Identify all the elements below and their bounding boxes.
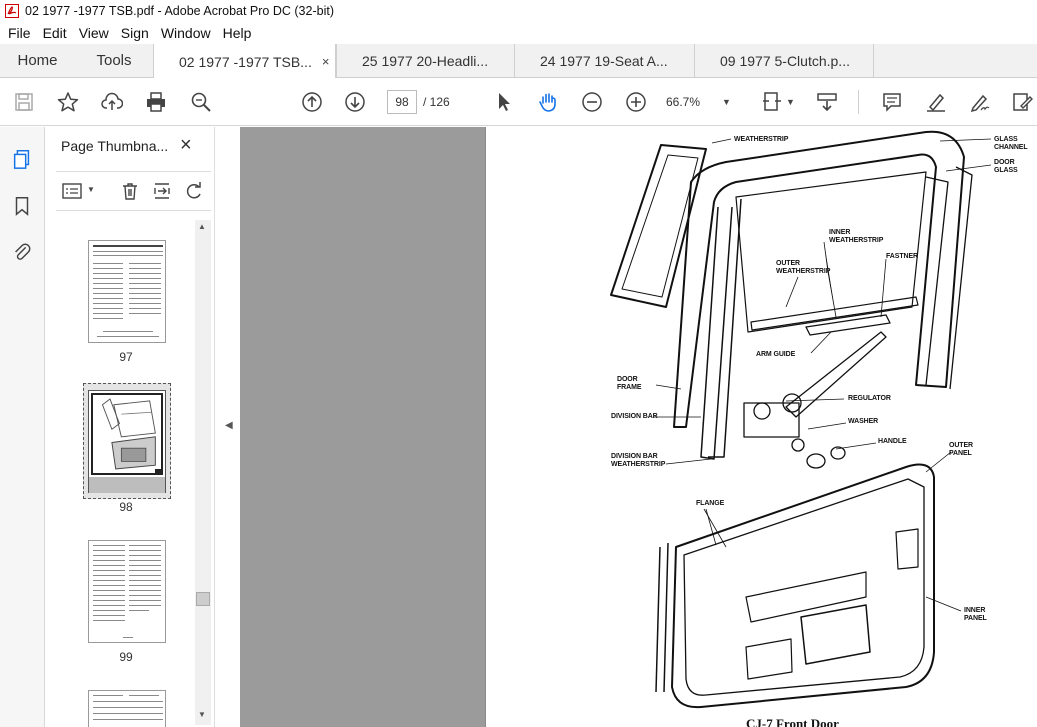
toolbar-divider [858,90,859,114]
page-thumbnail-98[interactable] [88,390,166,493]
callout-outer-panel: OUTER PANEL [949,442,974,457]
zoom-dropdown-icon[interactable]: ▼ [722,97,731,107]
thumbnail-resize-handle[interactable] [155,469,161,475]
doc-tab-label: 24 1977 19-Seat A... [540,52,668,69]
thumbnail-scrollbar[interactable] [195,220,211,725]
delete-page-icon[interactable] [120,181,140,204]
zoom-in-icon[interactable] [624,90,648,114]
sign-icon[interactable] [968,90,992,114]
callout-handle: HANDLE [878,438,907,445]
title-bar: 02 1977 -1977 TSB.pdf - Adobe Acrobat Pr… [0,0,1037,22]
bookmark-star-icon[interactable] [56,90,80,114]
doc-tab-label: 09 1977 5-Clutch.p... [720,52,850,69]
door-exploded-diagram [610,130,992,709]
close-tab-icon[interactable]: × [322,54,330,69]
acrobat-app-icon [5,4,19,18]
zoom-level[interactable]: 66.7% [666,95,700,109]
thumbnail-label: 99 [119,650,133,664]
print-icon[interactable] [144,90,168,114]
thumbnail-viewport-frame [91,393,163,475]
close-panel-icon[interactable]: × [180,135,192,155]
page-up-icon[interactable] [300,90,324,114]
scrollbar-thumb[interactable] [196,592,210,606]
tab-bar: Home Tools 02 1977 -1977 TSB... × 25 197… [0,44,1037,79]
search-zoom-icon[interactable] [189,90,213,114]
page-thumbnail-100[interactable] [88,690,166,727]
tab-home[interactable]: Home [0,44,75,77]
window-title: 02 1977 -1977 TSB.pdf - Adobe Acrobat Pr… [25,4,334,18]
menu-sign[interactable]: Sign [115,25,155,41]
page-total: / 126 [423,95,450,109]
collapse-panel-icon[interactable]: ◀ [225,420,233,431]
menu-help[interactable]: Help [217,25,258,41]
panel-title: Page Thumbna... [61,138,169,154]
scroll-up-icon[interactable]: ▲ [198,222,206,231]
menu-file[interactable]: File [2,25,37,41]
upload-icon[interactable] [100,90,124,114]
callout-door-frame: DOOR FRAME [617,376,642,391]
doc-tab[interactable]: 24 1977 19-Seat A... [514,44,694,77]
doc-tab[interactable]: 09 1977 5-Clutch.p... [694,44,874,77]
highlight-icon[interactable] [924,90,948,114]
callout-weatherstrip: WEATHERSTRIP [734,136,789,143]
scroll-down-icon[interactable]: ▼ [198,710,206,719]
menu-window[interactable]: Window [155,25,217,41]
callout-flange: FLANGE [696,500,725,507]
callout-regulator: REGULATOR [848,395,891,402]
comment-icon[interactable] [880,90,904,114]
thumbnail-panel: Page Thumbna... ▼ 97 98 99 [46,127,214,727]
page-thumbnail-99[interactable] [88,540,166,643]
menu-view[interactable]: View [73,25,115,41]
left-rail [0,127,45,727]
edit-pdf-icon[interactable] [1010,90,1034,114]
document-page[interactable]: WEATHERSTRIP GLASS CHANNEL DOOR GLASS INNE… [485,127,1037,727]
attachments-icon[interactable] [10,240,34,264]
doc-tab[interactable]: 25 1977 20-Headli... [336,44,514,77]
hand-tool-icon[interactable] [536,90,560,114]
fit-page-caret-icon[interactable]: ▼ [786,97,795,107]
select-pointer-icon[interactable] [492,90,516,114]
options-menu-icon[interactable] [62,182,84,203]
fit-page-icon[interactable] [760,90,784,114]
scroll-mode-icon[interactable] [815,90,839,114]
doc-tab-label: 02 1977 -1977 TSB... [179,53,312,70]
zoom-out-icon[interactable] [580,90,604,114]
callout-glass-channel: GLASS CHANNEL [994,136,1028,151]
callout-inner-weatherstrip: INNER WEATHERSTRIP [829,229,884,244]
thumbnail-label: 98 [119,500,133,514]
figure-caption: CJ-7 Front Door [746,716,839,727]
thumbnail-toolbar: ▼ [56,171,211,211]
callout-arm-guide: ARM GUIDE [756,351,796,358]
rotate-page-icon[interactable] [184,181,204,204]
tab-tools[interactable]: Tools [75,44,153,77]
callout-door-glass: DOOR GLASS [994,159,1018,174]
toolbar: ▼ [0,78,1037,126]
callout-inner-panel: INNER PANEL [964,607,987,622]
page-thumbnail-97[interactable] [88,240,166,343]
callout-washer: WASHER [848,418,879,425]
doc-tab-active[interactable]: 02 1977 -1977 TSB... × [153,44,336,79]
callout-division-bar: DIVISION BAR [611,413,658,420]
save-icon[interactable] [12,90,36,114]
options-caret-icon[interactable]: ▼ [87,185,95,194]
page-number-input[interactable] [387,90,417,114]
page-down-icon[interactable] [343,90,367,114]
bookmarks-icon[interactable] [10,194,34,218]
insert-page-icon[interactable] [152,181,172,204]
callout-outer-weatherstrip: OUTER WEATHERSTRIP [776,260,831,275]
doc-tab-label: 25 1977 20-Headli... [362,52,489,69]
callout-fastner: FASTNER [886,253,918,260]
menu-edit[interactable]: Edit [37,25,73,41]
callout-division-bar-weatherstrip: DIVISION BAR WEATHERSTRIP [611,453,666,468]
menu-bar: File Edit View Sign Window Help [0,22,1037,44]
page-thumbnails-icon[interactable] [10,147,34,171]
thumbnail-label: 97 [119,350,133,364]
